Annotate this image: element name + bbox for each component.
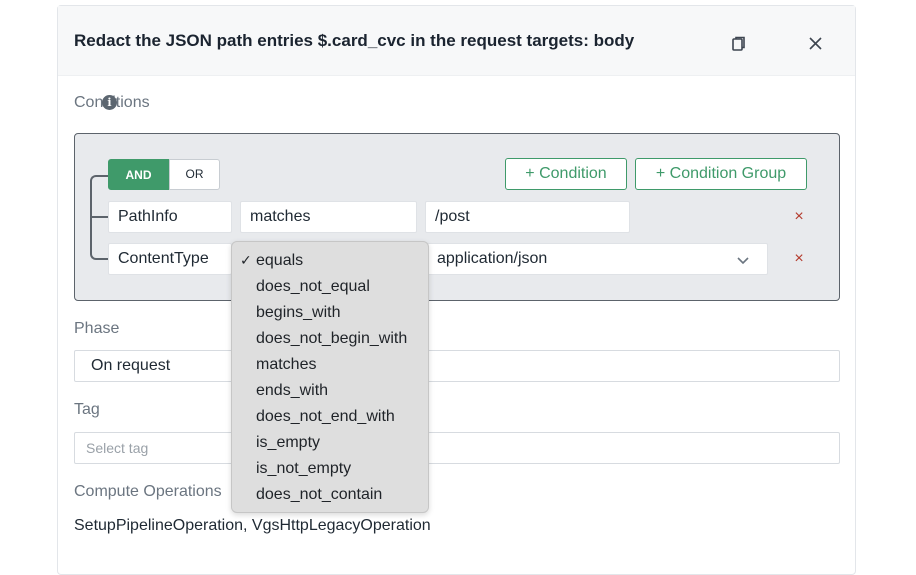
dropdown-option[interactable]: ends_with xyxy=(256,382,328,400)
copy-icon[interactable] xyxy=(728,34,748,54)
tag-select[interactable]: Select tag xyxy=(74,432,840,464)
dropdown-option[interactable]: is_not_empty xyxy=(256,460,351,478)
chevron-down-icon xyxy=(737,257,749,265)
selected-check-icon: ✓ xyxy=(240,252,252,268)
compute-operations-value: SetupPipelineOperation, VgsHttpLegacyOpe… xyxy=(74,517,431,534)
condition-field-select[interactable]: ContentType xyxy=(108,243,232,275)
condition-operator-select[interactable]: matches xyxy=(240,201,417,233)
close-icon[interactable] xyxy=(806,34,826,54)
compute-operations-label: Compute Operations xyxy=(74,483,222,500)
dropdown-option[interactable]: does_not_contain xyxy=(256,486,382,504)
dropdown-option[interactable]: does_not_equal xyxy=(256,278,370,296)
remove-condition-icon[interactable]: × xyxy=(792,209,806,225)
dropdown-option[interactable]: does_not_end_with xyxy=(256,408,395,426)
remove-condition-icon[interactable]: × xyxy=(792,251,806,267)
info-icon[interactable]: i xyxy=(102,95,117,110)
operator-dropdown-menu: ✓ equals does_not_equal begins_with does… xyxy=(231,241,429,513)
condition-field-select[interactable]: PathInfo xyxy=(108,201,232,233)
add-condition-button[interactable]: + Condition xyxy=(505,158,627,190)
modal-header: Redact the JSON path entries $.card_cvc … xyxy=(58,6,855,76)
dropdown-option[interactable]: matches xyxy=(256,356,316,374)
dropdown-option[interactable]: equals xyxy=(256,252,303,270)
condition-value-text: application/json xyxy=(437,250,548,267)
dropdown-option[interactable]: does_not_begin_with xyxy=(256,330,407,348)
dropdown-option[interactable]: begins_with xyxy=(256,304,341,322)
or-toggle-button[interactable]: OR xyxy=(169,159,220,190)
and-toggle-button[interactable]: AND xyxy=(108,159,169,190)
condition-value-input[interactable]: /post xyxy=(425,201,630,233)
dropdown-option[interactable]: is_empty xyxy=(256,434,320,452)
condition-value-select[interactable]: application/json xyxy=(427,243,768,275)
modal-title: Redact the JSON path entries $.card_cvc … xyxy=(74,31,635,50)
phase-select[interactable]: On request xyxy=(74,350,840,382)
tree-branch xyxy=(92,216,108,218)
phase-label: Phase xyxy=(74,320,120,337)
add-condition-group-button[interactable]: + Condition Group xyxy=(635,158,807,190)
tag-label: Tag xyxy=(74,401,100,418)
